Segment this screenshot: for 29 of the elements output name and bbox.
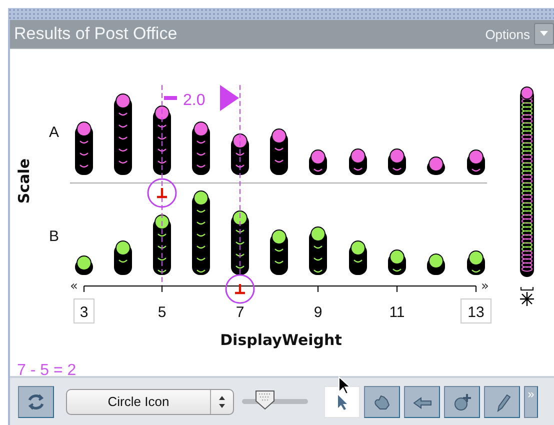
bracket-icon — [520, 286, 534, 290]
tick-label: 9 — [314, 304, 322, 321]
slider-thumb[interactable] — [254, 389, 276, 411]
y-axis-label: Scale — [15, 158, 33, 204]
pointer-tool-button[interactable] — [324, 386, 360, 418]
panel-title: Results of Post Office — [14, 24, 178, 44]
mean-marker — [147, 178, 177, 208]
mouse-cursor-icon — [338, 376, 350, 395]
x-axis-label: DisplayWeight — [220, 331, 342, 349]
tick-label: 3 — [80, 304, 88, 321]
tick-label: 11 — [389, 304, 405, 321]
arrow-tool-button[interactable] — [404, 386, 440, 418]
refresh-icon — [26, 392, 46, 412]
pencil-tool-button[interactable] — [484, 386, 520, 418]
tick-label: 13 — [468, 304, 484, 321]
group-label: A — [49, 124, 60, 141]
scroll-left-arrow[interactable]: « — [70, 279, 78, 294]
tick-label: 5 — [158, 304, 166, 321]
tick-label: 7 — [236, 304, 244, 321]
group-label: B — [49, 228, 60, 245]
asterisk-icon — [519, 291, 535, 307]
icon-type-dropdown[interactable]: Circle Icon — [66, 388, 234, 414]
scroll-right-arrow[interactable]: » — [481, 279, 489, 294]
hand-tool-button[interactable] — [364, 386, 400, 418]
add-point-tool-button[interactable] — [444, 386, 480, 418]
difference-equation: 7 - 5 = 2 — [17, 362, 76, 376]
mean-marker — [225, 274, 255, 304]
difference-value: 2.0 — [183, 92, 206, 109]
refresh-button[interactable] — [18, 386, 54, 418]
